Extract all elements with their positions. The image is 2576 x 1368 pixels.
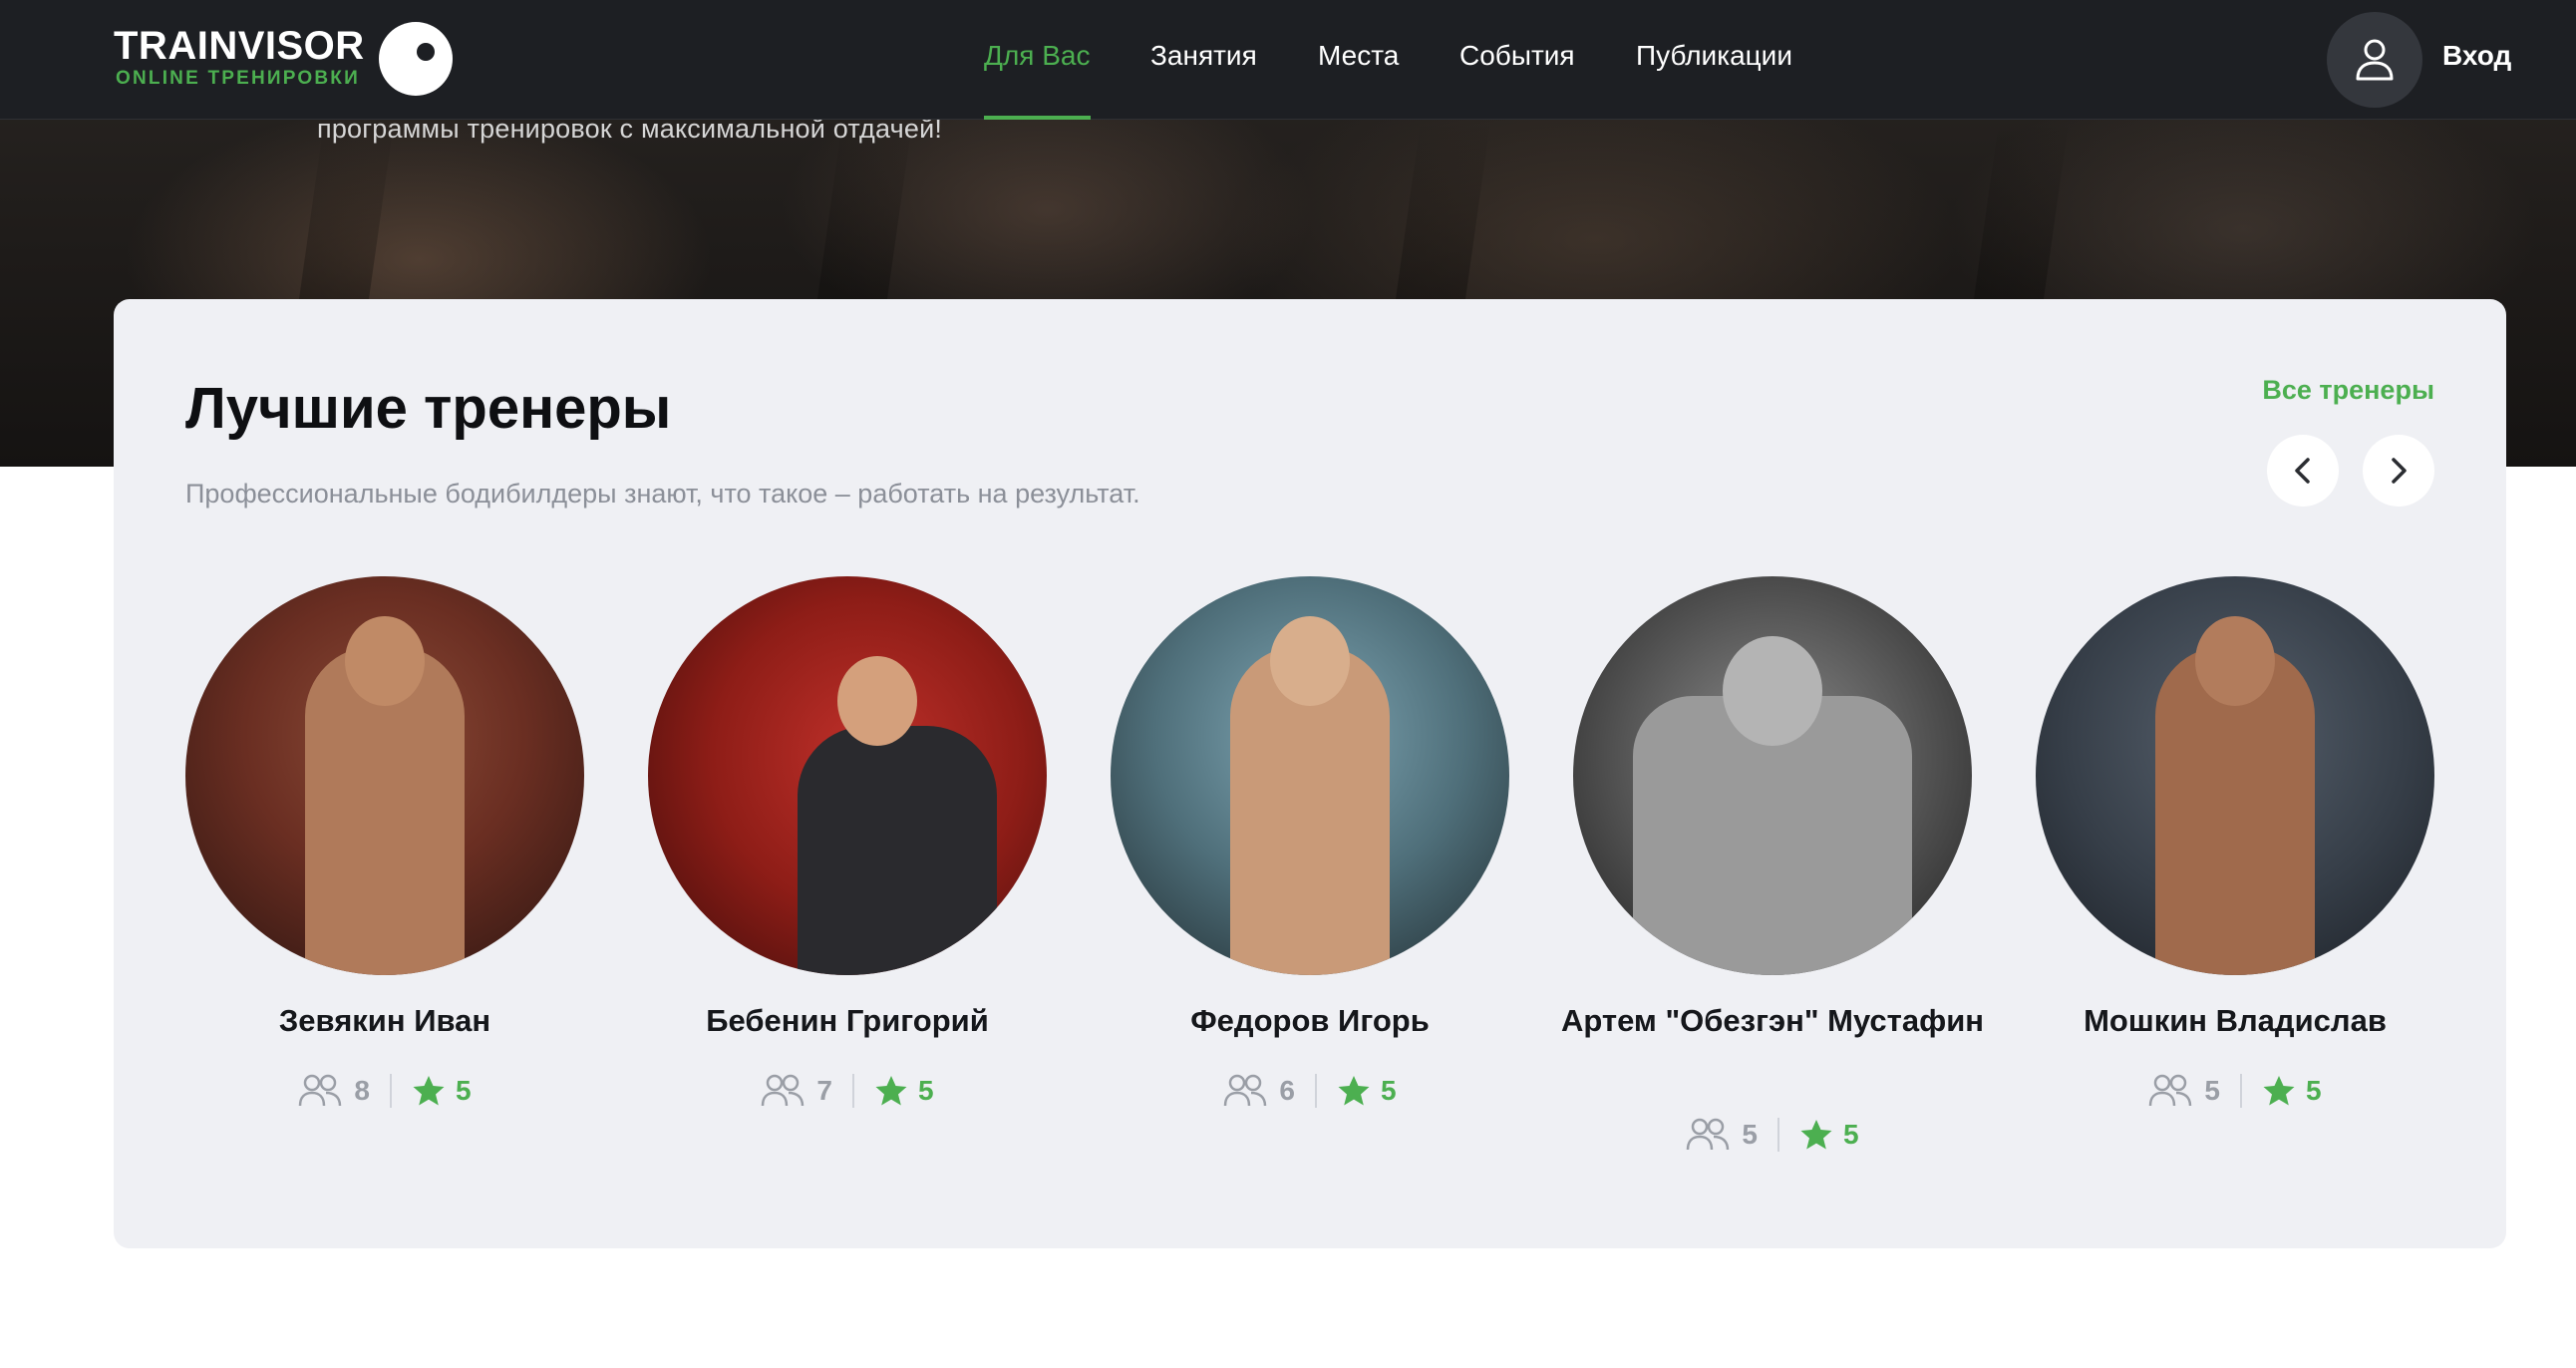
rating: 5 <box>2262 1075 2322 1107</box>
trainer-figure-head <box>345 616 425 706</box>
trainer-stats: 6 5 <box>1111 1071 1509 1111</box>
chevron-left-icon <box>2295 458 2310 484</box>
users-icon <box>1687 1118 1730 1151</box>
trainer-figure-head <box>1270 616 1350 706</box>
students-count-value: 6 <box>1279 1075 1295 1106</box>
user-icon <box>2356 39 2394 81</box>
star-icon <box>875 1076 907 1106</box>
nav-item-classes[interactable]: Занятия <box>1150 40 1257 72</box>
trainer-photo[interactable] <box>2036 576 2434 975</box>
rating: 5 <box>1337 1075 1397 1107</box>
star-icon <box>2263 1076 2295 1106</box>
trainer-figure <box>798 726 997 975</box>
stats-divider <box>2240 1074 2242 1108</box>
trainer-photo[interactable] <box>185 576 584 975</box>
main-nav: Для Вас Занятия Места События Публикации <box>0 0 2576 120</box>
users-icon <box>299 1074 342 1107</box>
trainer-name[interactable]: Зевякин Иван <box>165 999 604 1043</box>
section-subtitle: Профессиональные бодибилдеры знают, что … <box>185 479 1140 509</box>
star-icon <box>1800 1120 1832 1150</box>
star-icon <box>413 1076 445 1106</box>
rating-value: 5 <box>456 1075 472 1106</box>
stats-divider <box>1777 1118 1779 1152</box>
trainers-carousel: Зевякин Иван 8 5 Бебенин Григорий 7 5 Фе… <box>185 576 2434 1195</box>
stats-divider <box>852 1074 854 1108</box>
all-trainers-link[interactable]: Все тренеры <box>2262 375 2434 406</box>
trainer-stats: 7 5 <box>648 1071 1047 1111</box>
students-count-value: 5 <box>1742 1119 1758 1150</box>
stats-divider <box>390 1074 392 1108</box>
trainer-name[interactable]: Мошкин Владислав <box>2016 999 2454 1043</box>
login-link[interactable]: Вход <box>2442 40 2511 72</box>
trainer-photo[interactable] <box>1573 576 1972 975</box>
rating: 5 <box>874 1075 934 1107</box>
trainer-photo[interactable] <box>648 576 1047 975</box>
page: программы тренировок с максимальной отда… <box>0 0 2576 1368</box>
students-count-value: 7 <box>816 1075 832 1106</box>
nav-item-places[interactable]: Места <box>1318 40 1399 72</box>
nav-item-publications[interactable]: Публикации <box>1636 40 1792 72</box>
students-count: 6 <box>1223 1073 1295 1109</box>
trainer-stats: 8 5 <box>185 1071 584 1111</box>
stats-divider <box>1315 1074 1317 1108</box>
star-icon <box>1338 1076 1370 1106</box>
carousel-prev-button[interactable] <box>2267 435 2339 507</box>
rating-value: 5 <box>1381 1075 1397 1106</box>
login-avatar-button[interactable] <box>2327 12 2422 108</box>
students-count-value: 5 <box>2204 1075 2220 1106</box>
trainer-figure-head <box>837 656 917 746</box>
users-icon <box>762 1074 805 1107</box>
trainer-name[interactable]: Артем "Обезгэн" Мустафин <box>1553 999 1992 1043</box>
trainer-stats: 5 5 <box>2036 1071 2434 1111</box>
trainer-name[interactable]: Федоров Игорь <box>1091 999 1529 1043</box>
students-count: 5 <box>2148 1073 2220 1109</box>
trainer-name[interactable]: Бебенин Григорий <box>628 999 1067 1043</box>
trainer-photo[interactable] <box>1111 576 1509 975</box>
users-icon <box>1224 1074 1267 1107</box>
students-count: 7 <box>761 1073 832 1109</box>
users-icon <box>2149 1074 2192 1107</box>
carousel-next-button[interactable] <box>2363 435 2434 507</box>
best-trainers-card: Лучшие тренеры Профессиональные бодибилд… <box>114 299 2506 1248</box>
rating-value: 5 <box>918 1075 934 1106</box>
chevron-right-icon <box>2392 458 2407 484</box>
rating: 5 <box>412 1075 472 1107</box>
rating: 5 <box>1799 1119 1859 1151</box>
nav-item-events[interactable]: События <box>1459 40 1575 72</box>
nav-active-indicator <box>984 116 1091 120</box>
trainer-stats: 5 5 <box>1573 1115 1972 1155</box>
top-header: TRAINVISOR ONLINE ТРЕНИРОВКИ Для Вас Зан… <box>0 0 2576 120</box>
trainer-figure-head <box>1723 636 1822 746</box>
students-count: 5 <box>1686 1117 1758 1153</box>
students-count: 8 <box>298 1073 370 1109</box>
rating-value: 5 <box>1843 1119 1859 1150</box>
nav-item-for-you[interactable]: Для Вас <box>984 40 1091 72</box>
section-title: Лучшие тренеры <box>185 376 672 441</box>
students-count-value: 8 <box>354 1075 370 1106</box>
rating-value: 5 <box>2306 1075 2322 1106</box>
trainer-figure-head <box>2195 616 2275 706</box>
